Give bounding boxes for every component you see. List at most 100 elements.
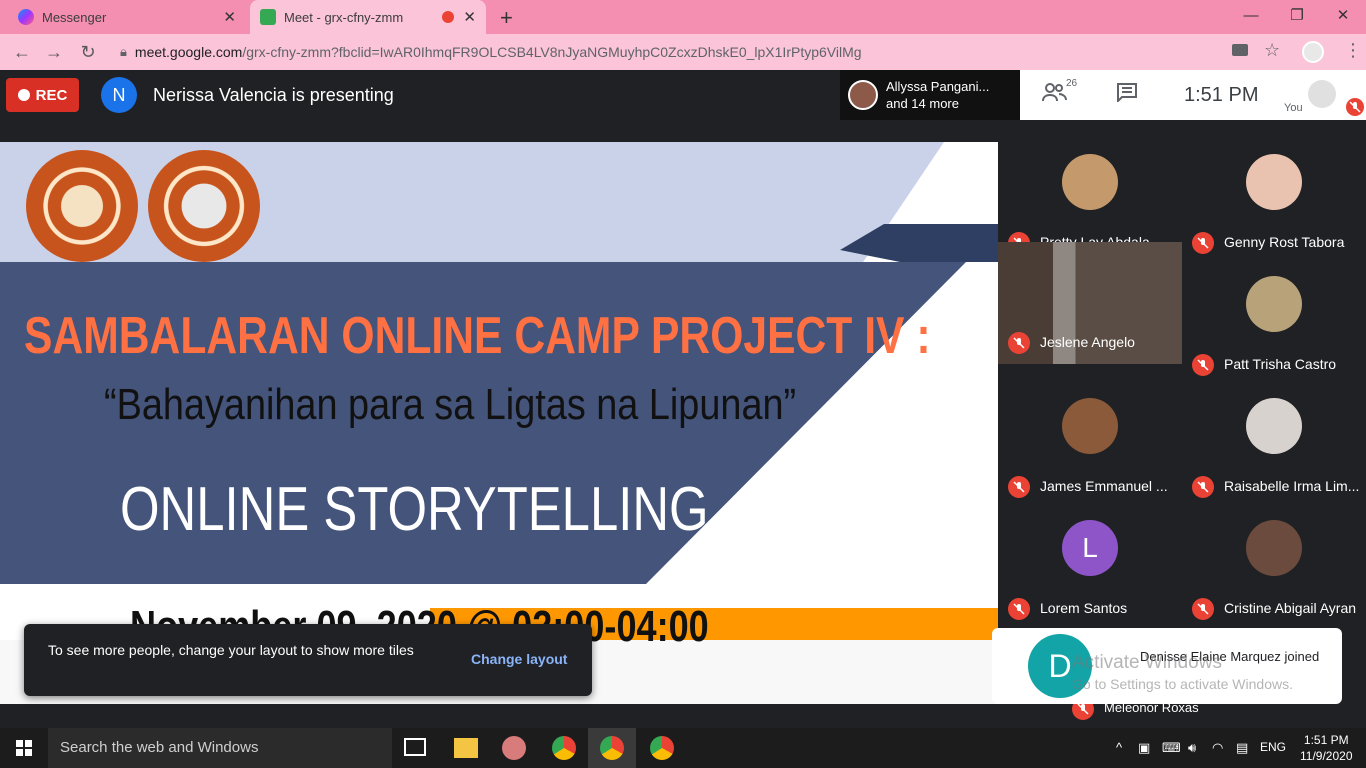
participant-name: Cristine Abigail Ayran bbox=[1224, 600, 1357, 616]
participant-tile[interactable]: Patt Trisha Castro bbox=[1182, 264, 1366, 386]
participant-name: James Emmanuel ... bbox=[1040, 478, 1168, 494]
people-chip-more: and 14 more bbox=[886, 96, 959, 111]
presentation-stage: SAMBALARAN ONLINE CAMP PROJECT IV : “Bah… bbox=[0, 120, 998, 704]
tray-input-icon[interactable]: ⌨︎ bbox=[1162, 740, 1181, 756]
recording-badge: REC bbox=[6, 78, 79, 112]
participant-name: Lorem Santos bbox=[1040, 600, 1128, 616]
tray-app-icon[interactable]: ▣ bbox=[1138, 740, 1150, 756]
task-view-icon[interactable] bbox=[404, 738, 426, 756]
tray-up-icon[interactable]: ^ bbox=[1116, 740, 1122, 755]
tab-label: Meet - grx-cfny-zmm bbox=[284, 9, 404, 25]
participant-count: 26 bbox=[1066, 78, 1078, 89]
new-tab-icon[interactable]: + bbox=[500, 5, 513, 31]
mic-off-icon bbox=[1192, 598, 1214, 620]
meet-top-bar: REC N Nerissa Valencia is presenting All… bbox=[0, 70, 1366, 120]
participant-tile[interactable]: L Lorem Santos bbox=[998, 508, 1182, 630]
participant-name: Genny Rost Tabora bbox=[1224, 234, 1345, 250]
layout-toast: To see more people, change your layout t… bbox=[24, 624, 592, 696]
mic-off-icon bbox=[1008, 598, 1030, 620]
record-dot-icon bbox=[17, 89, 30, 101]
participant-photo bbox=[1246, 276, 1302, 332]
activate-windows-hint: Go to Settings to activate Windows. bbox=[1072, 676, 1293, 692]
participant-photo bbox=[1062, 398, 1118, 454]
notification-icon[interactable]: ▤ bbox=[1236, 740, 1248, 756]
forward-icon[interactable]: → bbox=[42, 40, 66, 64]
people-chip-name: Allyssa Pangani... bbox=[886, 79, 990, 94]
taskbar-time: 1:51 PM bbox=[1303, 733, 1349, 747]
close-tab-icon[interactable]: ✕ bbox=[223, 8, 236, 26]
change-layout-button[interactable]: Change layout bbox=[471, 651, 567, 667]
chat-icon[interactable] bbox=[1116, 82, 1138, 108]
you-label: You bbox=[1284, 102, 1303, 114]
chrome-icon[interactable] bbox=[650, 736, 674, 760]
activate-windows-watermark: Activate Windows bbox=[1072, 652, 1222, 673]
mic-off-icon bbox=[1008, 332, 1030, 354]
meeting-clock: 1:51 PM bbox=[1184, 84, 1259, 106]
url-domain: meet.google.com bbox=[134, 44, 243, 60]
windows-start-icon[interactable] bbox=[0, 728, 48, 768]
minimize-icon[interactable]: — bbox=[1228, 4, 1274, 28]
browser-toolbar: ← → ↻ 🔒︎ meet.google.com/grx-cfny-zmm?fb… bbox=[0, 34, 1366, 70]
recording-indicator-icon bbox=[442, 11, 454, 23]
lock-icon: 🔒︎ bbox=[120, 44, 127, 59]
people-chip[interactable]: Allyssa Pangani... and 14 more bbox=[840, 70, 1020, 120]
participant-initial-avatar: L bbox=[1062, 520, 1118, 576]
file-explorer-icon[interactable] bbox=[454, 738, 478, 758]
wifi-icon[interactable]: ◠ bbox=[1212, 740, 1223, 756]
participant-photo bbox=[1062, 154, 1118, 210]
mic-off-icon bbox=[1008, 476, 1030, 498]
tab-messenger[interactable]: Messenger ✕ bbox=[8, 0, 246, 34]
address-bar[interactable]: 🔒︎ meet.google.com/grx-cfny-zmm?fbclid=I… bbox=[110, 38, 1290, 66]
mic-off-icon bbox=[1192, 476, 1214, 498]
participant-name: Jeslene Angelo bbox=[1040, 334, 1135, 350]
mic-off-icon bbox=[1192, 232, 1214, 254]
taskbar-date: 11/9/2020 bbox=[1300, 749, 1353, 763]
profile-avatar[interactable] bbox=[1302, 41, 1324, 63]
participant-tile[interactable]: Raisabelle Irma Lim... bbox=[1182, 386, 1366, 508]
toast-message: To see more people, change your layout t… bbox=[48, 642, 414, 658]
slide-subtitle: “Bahayanihan para sa Ligtas na Lipunan” bbox=[104, 380, 797, 429]
meet-controls: 26 1:51 PM You bbox=[1020, 70, 1366, 120]
self-avatar[interactable] bbox=[1308, 80, 1336, 108]
participant-tile[interactable]: Genny Rost Tabora bbox=[1182, 142, 1366, 264]
url-text: meet.google.com/grx-cfny-zmm?fbclid=IwAR… bbox=[135, 44, 862, 60]
snipping-tool-icon[interactable] bbox=[502, 736, 526, 760]
taskbar-search[interactable]: Search the web and Windows bbox=[48, 728, 392, 768]
volume-icon[interactable]: 🔊︎ bbox=[1188, 740, 1196, 756]
taskbar-clock[interactable]: 1:51 PM 11/9/2020 bbox=[1300, 732, 1353, 764]
participant-name: Raisabelle Irma Lim... bbox=[1224, 478, 1360, 494]
people-icon[interactable]: 26 bbox=[1042, 78, 1077, 108]
tab-meet[interactable]: Meet - grx-cfny-zmm ✕ bbox=[250, 0, 486, 34]
participant-video-tile[interactable]: Jeslene Angelo bbox=[998, 242, 1182, 364]
mic-off-icon bbox=[1192, 354, 1214, 376]
bookmark-star-icon[interactable]: ☆ bbox=[1264, 40, 1280, 61]
participant-tile[interactable]: Cristine Abigail Ayran bbox=[1182, 508, 1366, 630]
chrome-icon[interactable] bbox=[552, 736, 576, 760]
presenting-text: Nerissa Valencia is presenting bbox=[153, 85, 394, 105]
reload-icon[interactable]: ↻ bbox=[76, 40, 100, 64]
slide-title: SAMBALARAN ONLINE CAMP PROJECT IV : bbox=[24, 307, 931, 365]
menu-icon[interactable]: ⋮ bbox=[1344, 40, 1362, 61]
presented-slide: SAMBALARAN ONLINE CAMP PROJECT IV : “Bah… bbox=[0, 142, 998, 704]
mic-off-icon bbox=[1346, 98, 1364, 116]
tab-label: Messenger bbox=[42, 9, 107, 25]
back-icon[interactable]: ← bbox=[10, 40, 34, 64]
url-path: /grx-cfny-zmm?fbclid=IwAR0IhmqFR9OLCSB4L… bbox=[242, 44, 862, 60]
recording-label: REC bbox=[35, 86, 68, 104]
messenger-icon bbox=[18, 9, 34, 25]
close-window-icon[interactable]: ✕ bbox=[1320, 4, 1366, 28]
close-tab-icon[interactable]: ✕ bbox=[463, 8, 476, 26]
windows-taskbar: Search the web and Windows ^ ▣ ⌨︎ 🔊︎ ◠ ▤… bbox=[0, 728, 1366, 768]
participant-grid: Pretty Lay Abdala Genny Rost Tabora Jesl… bbox=[998, 120, 1366, 704]
language-indicator[interactable]: ENG bbox=[1260, 740, 1286, 754]
restore-icon[interactable]: ❐ bbox=[1274, 4, 1320, 28]
camera-icon[interactable] bbox=[1232, 44, 1248, 56]
participant-photo bbox=[1246, 398, 1302, 454]
chrome-icon[interactable] bbox=[600, 736, 624, 760]
presenter-avatar: N bbox=[101, 77, 137, 113]
participant-tile[interactable]: James Emmanuel ... bbox=[998, 386, 1182, 508]
participant-photo bbox=[1246, 154, 1302, 210]
participant-name: Patt Trisha Castro bbox=[1224, 356, 1337, 372]
participant-photo bbox=[1246, 520, 1302, 576]
slide-heading: ONLINE STORYTELLING bbox=[120, 475, 709, 544]
